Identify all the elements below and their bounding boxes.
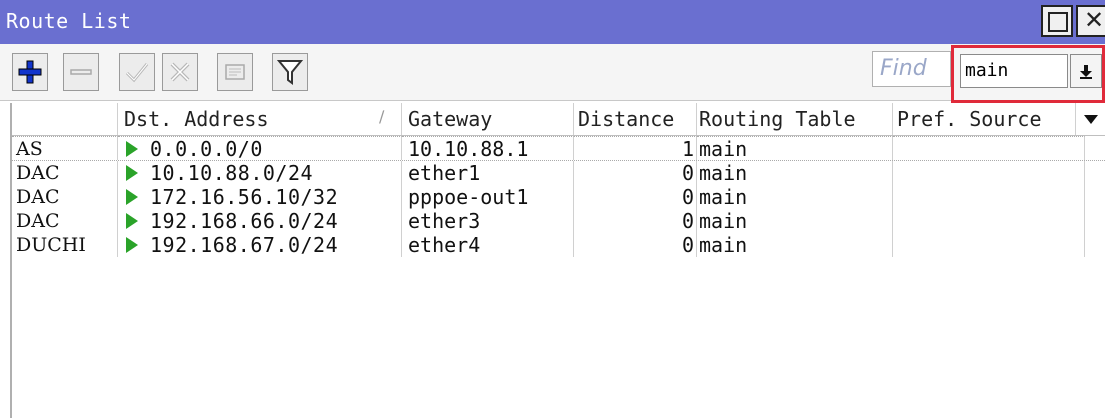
disable-button[interactable] [162, 53, 198, 91]
title-bar[interactable]: Route List ✕ [0, 0, 1105, 44]
active-route-icon [126, 213, 138, 229]
route-gateway: ether1 [402, 161, 574, 185]
route-distance: 1 [574, 136, 697, 160]
column-header-gateway[interactable]: Gateway [402, 103, 574, 135]
toolbar: Find main [0, 44, 1105, 101]
route-flags: DUCHI [12, 233, 118, 257]
table-body: AS 0.0.0.0/0 10.10.88.1 1 main DAC 10.10… [12, 136, 1105, 257]
route-gateway: pppoe-out1 [402, 185, 574, 209]
table-header: Dst. Address ∕ Gateway Distance Routing … [12, 103, 1105, 136]
column-header-routing-table[interactable]: Routing Table [697, 103, 893, 135]
active-route-icon [126, 140, 138, 157]
route-flags: DAC [12, 185, 118, 209]
route-routing-table: main [697, 209, 893, 233]
route-distance: 0 [574, 233, 697, 257]
sort-indicator-icon: ∕ [379, 107, 385, 126]
column-header-pref-source[interactable]: Pref. Source [893, 103, 1076, 135]
close-icon: ✕ [1083, 6, 1105, 34]
active-route-icon [126, 237, 138, 253]
table-row[interactable]: DAC 172.16.56.10/32 pppoe-out1 0 main [12, 185, 1105, 209]
check-icon [125, 63, 149, 83]
table-row[interactable]: AS 0.0.0.0/0 10.10.88.1 1 main [12, 136, 1105, 161]
add-button[interactable] [12, 53, 48, 91]
table-row[interactable]: DAC 192.168.66.0/24 ether3 0 main [12, 209, 1105, 233]
routing-table-filter[interactable]: main [960, 54, 1068, 88]
window-title: Route List [6, 9, 132, 33]
route-routing-table: main [697, 136, 893, 160]
route-dst-address: 192.168.66.0/24 [118, 209, 402, 233]
route-routing-table: main [697, 233, 893, 257]
route-distance: 0 [574, 161, 697, 185]
table-row[interactable]: DAC 10.10.88.0/24 ether1 0 main [12, 161, 1105, 185]
chevron-down-icon [1083, 115, 1098, 124]
x-icon [170, 62, 190, 82]
plus-icon [18, 60, 42, 84]
comment-button[interactable] [217, 53, 253, 91]
note-icon [225, 64, 245, 80]
route-pref-source [893, 185, 1085, 209]
minus-icon [70, 69, 92, 75]
route-flags: AS [12, 136, 118, 160]
remove-button[interactable] [63, 53, 99, 91]
column-header-flags[interactable] [12, 103, 118, 135]
route-dst-address: 10.10.88.0/24 [118, 161, 402, 185]
route-flags: DAC [12, 209, 118, 233]
route-flags: DAC [12, 161, 118, 185]
active-route-icon [126, 165, 138, 181]
route-dst-address: 192.168.67.0/24 [118, 233, 402, 257]
active-route-icon [126, 189, 138, 205]
route-pref-source [893, 136, 1085, 160]
route-gateway: ether3 [402, 209, 574, 233]
route-routing-table: main [697, 185, 893, 209]
route-pref-source [893, 233, 1085, 257]
route-routing-table: main [697, 161, 893, 185]
routing-table-dropdown-button[interactable] [1070, 54, 1102, 88]
filter-button[interactable] [272, 53, 308, 91]
enable-button[interactable] [119, 53, 155, 91]
route-dst-address: 172.16.56.10/32 [118, 185, 402, 209]
route-pref-source [893, 209, 1085, 233]
column-menu-button[interactable] [1076, 103, 1105, 135]
route-dst-address: 0.0.0.0/0 [118, 136, 402, 160]
route-pref-source [893, 161, 1085, 185]
arrow-down-icon [1080, 65, 1092, 79]
route-table: Dst. Address ∕ Gateway Distance Routing … [12, 103, 1105, 257]
route-distance: 0 [574, 209, 697, 233]
table-row[interactable]: DUCHI 192.168.67.0/24 ether4 0 main [12, 233, 1105, 257]
maximize-button[interactable] [1041, 5, 1073, 37]
column-header-distance[interactable]: Distance [574, 103, 697, 135]
find-field[interactable]: Find [872, 51, 951, 87]
close-button[interactable]: ✕ [1076, 5, 1105, 37]
route-gateway: 10.10.88.1 [402, 136, 574, 160]
column-header-dst-address[interactable]: Dst. Address [118, 103, 402, 135]
route-gateway: ether4 [402, 233, 574, 257]
route-distance: 0 [574, 185, 697, 209]
funnel-icon [277, 60, 303, 85]
route-list-window: Route List ✕ Find main Dst. Address ∕ Ga… [0, 0, 1105, 418]
